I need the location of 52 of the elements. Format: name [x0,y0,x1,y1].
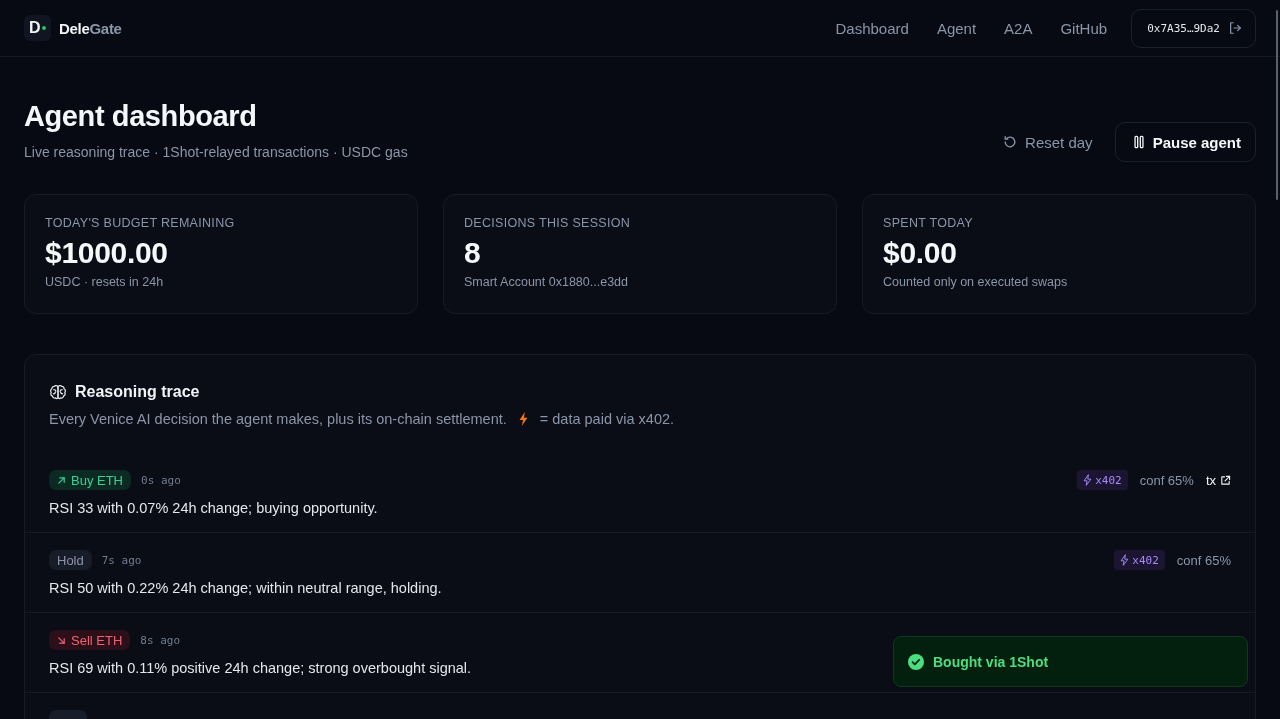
brain-icon [49,384,67,400]
stat-note: Smart Account 0x1880...e3dd [464,274,629,291]
stat-label: SPENT TODAY [883,215,974,231]
reset-icon [1003,135,1018,149]
arrow-down-right-icon [57,635,66,645]
toast-message: Bought via 1Shot [933,653,1049,670]
nav-link[interactable]: Agent [936,19,977,37]
nav-link[interactable]: Dashboard [835,19,909,37]
x402-badge: x402 [1114,550,1165,570]
panel-title: Reasoning trace [75,382,200,402]
stat-value: $0.00 [883,235,958,271]
nav-link[interactable]: GitHub [1060,19,1108,37]
nav-link[interactable]: A2A [1004,19,1033,37]
tx-link[interactable]: tx [1205,472,1231,488]
lightning-icon [518,412,528,426]
stat-value: $1000.00 [45,235,169,271]
buy-tag: Buy ETH [49,470,131,490]
stat-value: 8 [464,235,482,271]
legend-text: = data paid via x402. [539,410,675,429]
stat-label: DECISIONS THIS SESSION [464,215,632,231]
sell-tag: Sell ETH [49,630,131,650]
scrollbar-thumb[interactable] [1276,10,1278,200]
panel-description: Every Venice AI decision the agent makes, plus its on-chain settlement. [49,410,507,429]
arrow-up-right-icon [57,475,66,485]
brand-name: Dele [59,19,90,37]
stat-note: USDC · resets in 24h [45,274,165,291]
external-link-icon [1220,474,1231,486]
stat-note: Counted only on executed swaps [883,274,1069,291]
pause-icon [1131,135,1146,149]
reasoning-text: RSI 50 with 0.22% 24h change; within neutral range, holding. [49,579,442,598]
logo-letter: D [29,20,41,36]
x402-badge: x402 [1077,470,1128,490]
lightning-icon [1120,554,1130,566]
timestamp: 8s ago [140,633,181,647]
page-title: Agent dashboard [24,99,258,134]
stat-label: TODAY'S BUDGET REMAINING [45,215,236,231]
hold-tag: Hold [49,550,92,570]
confidence-text: conf 65% [1176,552,1231,568]
wallet-button[interactable]: 0x7A35…9Da2 [1131,8,1256,48]
check-circle-icon [908,653,924,670]
timestamp: 0s ago [141,473,181,487]
confidence-text: conf 65% [1139,472,1194,488]
reset-day-button[interactable]: Reset day [1003,122,1093,162]
timestamp: 7s ago [101,553,142,567]
lightning-icon [1083,474,1093,486]
page-subtitle: Live reasoning trace · 1Shot-relayed transactions · USDC gas [24,143,408,162]
reasoning-text: RSI 69 with 0.11% positive 24h change; strong overbought signal. [49,659,472,678]
brand-name: Gate [89,19,122,37]
pause-agent-button[interactable]: Pause agent [1114,122,1256,162]
status-dot-icon [42,26,46,30]
reasoning-text: RSI 33 with 0.07% 24h change; buying opportunity. [49,499,378,518]
logout-icon [1228,21,1242,35]
